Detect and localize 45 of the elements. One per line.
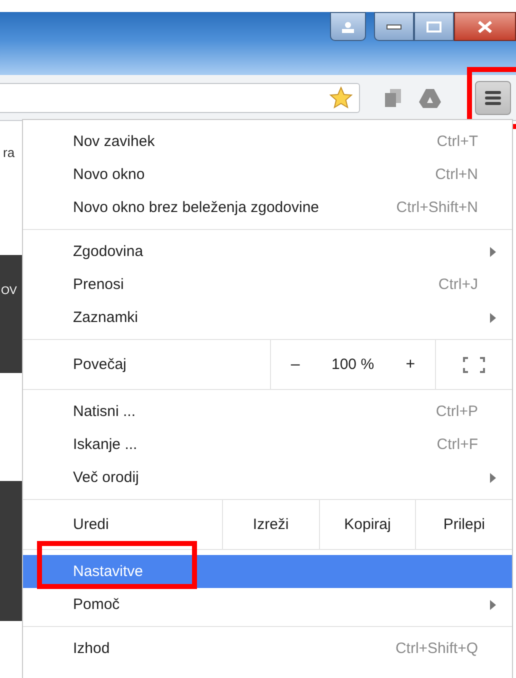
- close-button[interactable]: [454, 12, 516, 41]
- triangle-icon[interactable]: [418, 86, 442, 108]
- address-field[interactable]: [0, 82, 360, 112]
- shortcut-text: Ctrl+F: [436, 436, 478, 453]
- user-button[interactable]: [330, 12, 366, 41]
- zoom-in-button[interactable]: +: [398, 352, 424, 378]
- menu-item[interactable]: Nastavitve: [23, 555, 512, 588]
- menu-item[interactable]: Nov zavihek Ctrl+T: [23, 125, 512, 158]
- menu-item[interactable]: Iskanje ... Ctrl+F: [23, 428, 512, 461]
- menu-label: Povečaj: [72, 355, 128, 375]
- menu-item[interactable]: Pomoč: [23, 588, 512, 621]
- zoom-out-button[interactable]: –: [282, 352, 308, 378]
- menu-item[interactable]: Zaznamki: [23, 301, 512, 334]
- menu-icon: [483, 88, 503, 106]
- shortcut-text: Ctrl+J: [438, 276, 478, 293]
- page-text: OV: [0, 255, 22, 373]
- person-icon: [341, 20, 355, 32]
- submenu-arrow-icon: [490, 600, 496, 610]
- shortcut-text: Ctrl+Shift+Q: [395, 640, 478, 657]
- submenu-arrow-icon: [490, 312, 496, 322]
- shortcut-text: Ctrl+P: [436, 403, 478, 420]
- shortcut-text: Ctrl+T: [436, 133, 478, 150]
- menu-item[interactable]: Zgodovina: [23, 235, 512, 268]
- minimize-button[interactable]: [374, 12, 414, 41]
- page-text: ra: [2, 144, 16, 162]
- shortcut-text: Ctrl+N: [435, 166, 478, 183]
- close-icon: [477, 20, 493, 32]
- menu-item[interactable]: Izhod Ctrl+Shift+Q: [23, 632, 512, 665]
- menu-item[interactable]: Novo okno brez beleženja zgodovine Ctrl+Shift+N: [23, 191, 512, 224]
- fullscreen-icon[interactable]: [463, 356, 485, 372]
- documents-icon[interactable]: [382, 86, 404, 108]
- minimize-icon: [386, 24, 402, 30]
- submenu-arrow-icon: [490, 246, 496, 256]
- menu-button[interactable]: [475, 80, 511, 114]
- menu-item[interactable]: Natisni ... Ctrl+P: [23, 395, 512, 428]
- menu-item[interactable]: Novo okno Ctrl+N: [23, 158, 512, 191]
- shortcut-text: Ctrl+Shift+N: [396, 199, 478, 216]
- maximize-icon: [426, 20, 442, 32]
- star-icon[interactable]: [329, 86, 353, 110]
- menu-item[interactable]: Več orodij: [23, 461, 512, 494]
- zoom-value: 100 %: [332, 356, 374, 373]
- menu-item[interactable]: Prenosi Ctrl+J: [23, 268, 512, 301]
- menu-label: Uredi: [72, 515, 110, 535]
- maximize-button[interactable]: [414, 12, 454, 41]
- submenu-arrow-icon: [490, 472, 496, 482]
